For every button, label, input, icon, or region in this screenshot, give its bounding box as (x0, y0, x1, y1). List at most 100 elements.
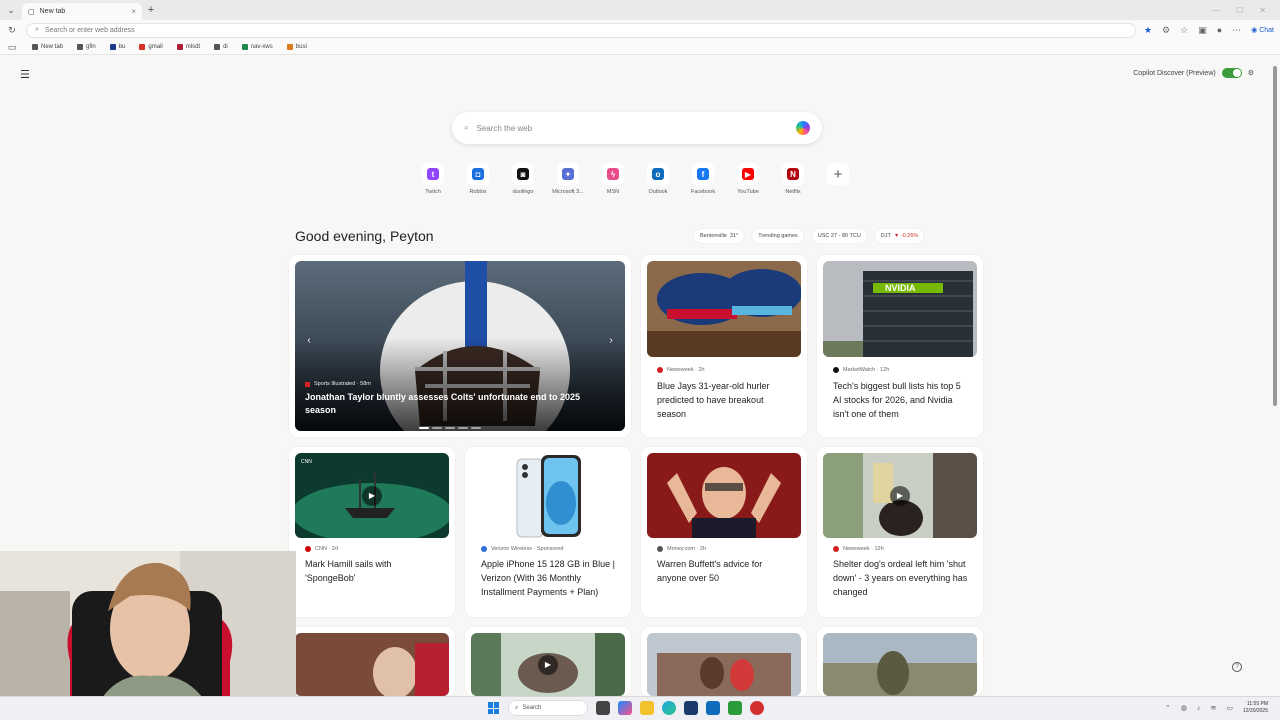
taskbar-search[interactable]: ⌕ Search (508, 700, 588, 716)
task-view-icon[interactable] (596, 701, 610, 715)
quick-link-netflix[interactable]: N Netflix (778, 163, 808, 195)
news-card[interactable]: ▶ Newsweek · 12h Shelter dog's ordeal le… (817, 447, 983, 617)
bookmark-favicon-icon (109, 44, 116, 50)
carousel-dot[interactable] (471, 427, 481, 429)
news-card[interactable]: ▶ (465, 627, 631, 696)
tab-favicon-icon: ▢ (28, 8, 35, 16)
wifi-icon[interactable]: ≋ (1210, 704, 1216, 712)
hero-news-card[interactable]: ‹ › Sports Illustrated · 58m Jonathan Ta… (289, 255, 631, 437)
page-scrollbar[interactable] (1272, 58, 1278, 692)
source-logo-icon (833, 367, 839, 373)
quick-link-microsoft365[interactable]: ✦ Microsoft 3... (552, 163, 584, 195)
bookmark-item[interactable]: mlsdt (176, 44, 200, 50)
carousel-dot[interactable] (432, 427, 442, 429)
quick-link-roblox[interactable]: ◘ Roblox (463, 163, 493, 195)
search-placeholder: Search the web (476, 123, 533, 133)
news-headline: Warren Buffett's advice for anyone over … (657, 559, 763, 583)
bookmark-item[interactable]: New tab (32, 44, 63, 50)
battery-icon[interactable]: ▭ (1226, 704, 1233, 712)
play-video-icon[interactable]: ▶ (362, 485, 382, 506)
collections-icon[interactable]: ▣ (1198, 25, 1207, 36)
copilot-chat-button[interactable]: ◉ Chat (1251, 26, 1274, 34)
carousel-prev-icon[interactable]: ‹ (303, 335, 315, 347)
bookmark-item[interactable]: gmail (139, 44, 163, 50)
carousel-dot[interactable] (419, 427, 429, 429)
clock[interactable]: 11:55 PM 12/30/2025 (1243, 701, 1268, 715)
browser-toolbar: ↻ ⌕ Search or enter web address ★ ⚙ ☆ ▣ … (0, 20, 1280, 40)
news-card[interactable] (641, 627, 807, 696)
carousel-dots (419, 427, 481, 429)
volume-icon[interactable]: ♪ (1197, 705, 1201, 712)
bookmarks-bar: ▭ New tab gfin bu gmail mlsdt di nav-xws busl (0, 40, 1280, 55)
bookmark-item[interactable]: nav-xws (241, 44, 273, 50)
copilot-discover-toggle[interactable]: Copilot Discover (Preview) ⚙ (1133, 68, 1254, 78)
copilot-icon: ◉ (1251, 27, 1258, 34)
close-tab-icon[interactable]: × (131, 7, 136, 16)
sponsored-card[interactable]: Verizon Wireless · Sponsored Apple iPhon… (465, 447, 631, 617)
app-icon[interactable] (750, 701, 764, 715)
microsoft365-icon: ✦ (562, 168, 574, 180)
bookmark-item[interactable]: gfin (77, 44, 96, 50)
more-menu-icon[interactable]: ⋯ (1232, 25, 1241, 36)
bookmark-item[interactable]: busl (286, 44, 307, 50)
help-icon[interactable]: ? (1232, 662, 1242, 672)
news-card[interactable]: Newsweek · 2h Blue Jays 31-year-old hurl… (641, 255, 807, 437)
chevron-up-icon[interactable]: ⌃ (1165, 704, 1171, 712)
toggle-switch[interactable] (1221, 68, 1242, 78)
bookmark-item[interactable]: bu (109, 44, 125, 50)
news-headline: Mark Hamill sails with 'SpongeBob' (305, 559, 392, 583)
maximize-icon[interactable]: ☐ (1236, 6, 1243, 15)
tab-actions-icon[interactable]: ⌄ (0, 5, 22, 16)
extensions-icon[interactable]: ⚙ (1162, 25, 1170, 36)
tab-new-tab[interactable]: ▢ New tab × (22, 3, 142, 20)
play-video-icon[interactable]: ▶ (890, 485, 910, 506)
add-quick-link-button[interactable]: + (823, 163, 853, 195)
news-source: Money.com · 2h (657, 546, 706, 552)
quick-link-msn[interactable]: ϟ MSN (598, 163, 628, 195)
quick-link-facebook[interactable]: f Facebook (688, 163, 718, 195)
new-tab-button[interactable]: + (142, 4, 160, 16)
scroll-thumb[interactable] (1273, 66, 1277, 406)
carousel-dot[interactable] (445, 427, 455, 429)
address-bar[interactable]: ⌕ Search or enter web address (26, 22, 1136, 38)
copilot-logo-icon[interactable] (796, 121, 810, 135)
refresh-icon[interactable]: ↻ (6, 25, 18, 36)
info-chip[interactable]: Bentonville 31° (694, 229, 745, 243)
web-search-input[interactable]: ⌕ Search the web (452, 112, 822, 144)
carousel-next-icon[interactable]: › (605, 335, 617, 347)
quick-link-outlook[interactable]: o Outlook (643, 163, 673, 195)
network-icon[interactable]: ◍ (1181, 704, 1187, 712)
quick-link-youtube[interactable]: ▶ YouTube (733, 163, 763, 195)
news-card[interactable]: CNN ▶ CNN · 2d Mark Hamill sails with 'S… (289, 447, 455, 617)
info-chip[interactable]: DJT ▼ -0.26% (874, 229, 925, 243)
bookmark-item[interactable]: di (214, 44, 228, 50)
news-card[interactable] (817, 627, 983, 696)
apps-icon[interactable]: ▭ (6, 42, 18, 53)
copilot-app-icon[interactable] (618, 701, 632, 715)
news-card[interactable]: NVIDIA MarketWatch · 12h Tech's biggest … (817, 255, 983, 437)
news-card[interactable]: Money.com · 2h Warren Buffett's advice f… (641, 447, 807, 617)
app-icon[interactable] (684, 701, 698, 715)
info-chip[interactable]: USC 27 - 80 TCU (811, 229, 867, 243)
favorite-star-icon[interactable]: ★ (1144, 25, 1152, 36)
edge-browser-icon[interactable] (662, 701, 676, 715)
settings-gear-icon[interactable]: ⚙ (1248, 69, 1254, 77)
quick-link-duolingo[interactable]: ◙ duolingo (508, 163, 538, 195)
close-window-icon[interactable]: ✕ (1259, 6, 1266, 15)
carousel-dot[interactable] (458, 427, 468, 429)
xbox-icon[interactable] (728, 701, 742, 715)
outlook-icon[interactable] (706, 701, 720, 715)
twitch-icon: t (427, 168, 439, 180)
favorites-icon[interactable]: ☆ (1180, 25, 1188, 36)
profile-avatar-icon[interactable]: ● (1217, 25, 1222, 35)
windows-start-icon[interactable] (488, 702, 500, 714)
minimize-icon[interactable]: — (1212, 6, 1220, 15)
info-chip[interactable]: Trending games (752, 229, 804, 243)
quick-link-twitch[interactable]: t Twitch (418, 163, 448, 195)
play-video-icon[interactable]: ▶ (538, 654, 558, 675)
menu-icon[interactable]: ☰ (20, 68, 30, 81)
news-card[interactable] (289, 627, 455, 696)
file-explorer-icon[interactable] (640, 701, 654, 715)
bookmark-favicon-icon (214, 44, 221, 50)
source-logo-icon (481, 546, 487, 552)
